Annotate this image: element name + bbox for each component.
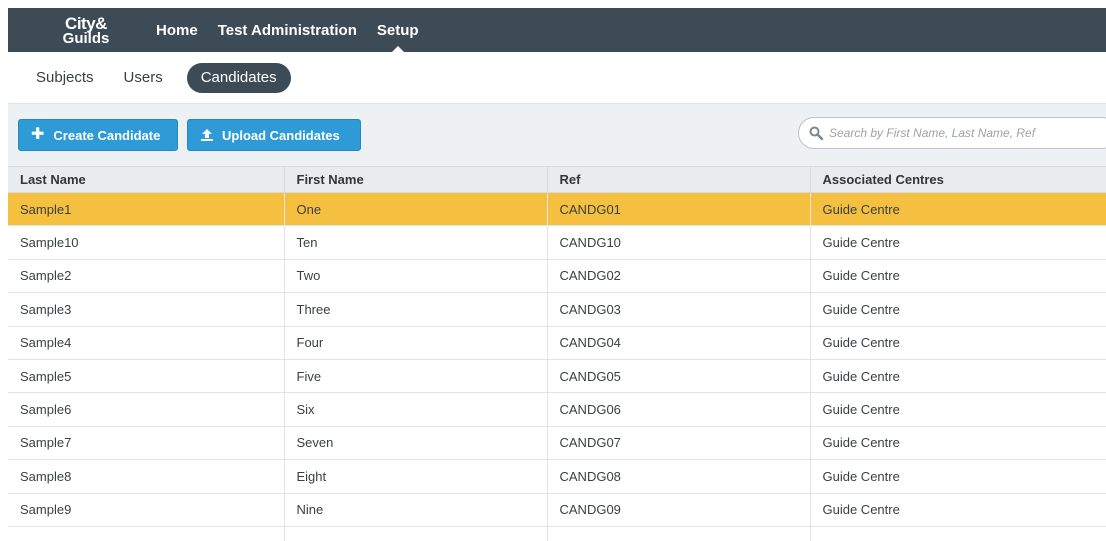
- nav-home[interactable]: Home: [156, 8, 198, 52]
- cell-last-name: Sample3: [8, 292, 285, 327]
- cell-first-name: One: [284, 192, 548, 227]
- cell-last-name: Sample1: [8, 192, 285, 227]
- cell-associated-centres: Guide Centre: [810, 326, 1106, 360]
- cell-ref: CANDG02: [547, 259, 811, 294]
- cell-associated-centres: [810, 526, 1106, 541]
- cell-last-name: Sample4: [8, 326, 285, 360]
- cell-ref: CANDG06: [547, 392, 811, 427]
- table-row[interactable]: Sample5 Five CANDG05 Guide Centre: [8, 359, 1106, 394]
- table-row[interactable]: Sample7 Seven CANDG07 Guide Centre: [8, 426, 1106, 461]
- column-header-ref[interactable]: Ref: [547, 166, 811, 193]
- table-row[interactable]: Sample4 Four CANDG04 Guide Centre: [8, 326, 1106, 360]
- create-candidate-button[interactable]: ✚ Create Candidate: [18, 119, 178, 151]
- column-header-associated-centres[interactable]: Associated Centres: [810, 166, 1106, 193]
- column-header-last-name[interactable]: Last Name: [8, 166, 285, 193]
- cell-first-name: Nine: [284, 493, 548, 527]
- table-row[interactable]: Sample6 Six CANDG06 Guide Centre: [8, 392, 1106, 427]
- cell-first-name: Seven: [284, 426, 548, 461]
- cell-associated-centres: Guide Centre: [810, 392, 1106, 427]
- app-frame: City& Guilds Home Test Administration Se…: [8, 8, 1106, 541]
- cell-ref: CANDG08: [547, 459, 811, 494]
- cell-last-name: Sample7: [8, 426, 285, 461]
- cell-first-name: Eight: [284, 459, 548, 494]
- search-icon: [809, 126, 823, 140]
- cell-associated-centres: Guide Centre: [810, 493, 1106, 527]
- cell-ref: CANDG07: [547, 426, 811, 461]
- cell-ref: CANDG01: [547, 192, 811, 227]
- logo-line-2: Guilds: [62, 29, 110, 47]
- cell-last-name: Sample9: [8, 493, 285, 527]
- cell-first-name: Five: [284, 359, 548, 394]
- cell-ref: CANDG04: [547, 326, 811, 360]
- logo-line-1: City&: [65, 13, 107, 33]
- cell-first-name: Ten: [284, 225, 548, 260]
- table-row[interactable]: Sample10 Ten CANDG10 Guide Centre: [8, 225, 1106, 260]
- top-navigation: City& Guilds Home Test Administration Se…: [8, 8, 1106, 52]
- cell-ref: [547, 526, 811, 541]
- table-body: Sample1 One CANDG01 Guide Centre Sample10 Ten…: [8, 192, 1106, 541]
- cell-associated-centres: Guide Centre: [810, 426, 1106, 461]
- create-candidate-label: Create Candidate: [53, 127, 161, 143]
- table-row[interactable]: Sample2 Two CANDG02 Guide Centre: [8, 259, 1106, 294]
- table-row[interactable]: Sample8 Eight CANDG08 Guide Centre: [8, 459, 1106, 494]
- cell-associated-centres: Guide Centre: [810, 225, 1106, 260]
- cell-last-name: [8, 526, 285, 541]
- cell-ref: CANDG09: [547, 493, 811, 527]
- upload-icon: [201, 129, 213, 141]
- column-header-first-name[interactable]: First Name: [284, 166, 548, 193]
- cell-last-name: Sample2: [8, 259, 285, 294]
- cell-associated-centres: Guide Centre: [810, 192, 1106, 227]
- table-header-row: Last Name First Name Ref Associated Cent…: [8, 166, 1106, 193]
- cell-ref: CANDG05: [547, 359, 811, 394]
- cell-first-name: Three: [284, 292, 548, 327]
- nav-test-administration[interactable]: Test Administration: [218, 8, 357, 52]
- upload-candidates-label: Upload Candidates: [222, 127, 340, 143]
- cell-associated-centres: Guide Centre: [810, 359, 1106, 394]
- cell-last-name: Sample10: [8, 225, 285, 260]
- cell-associated-centres: Guide Centre: [810, 459, 1106, 494]
- cell-first-name: [284, 526, 548, 541]
- table-row[interactable]: Sample1 One CANDG01 Guide Centre: [8, 192, 1106, 227]
- cell-last-name: Sample6: [8, 392, 285, 427]
- table-row[interactable]: Sample9 Nine CANDG09 Guide Centre: [8, 493, 1106, 527]
- search-box[interactable]: [798, 117, 1106, 149]
- cell-last-name: Sample8: [8, 459, 285, 494]
- city-and-guilds-logo[interactable]: City& Guilds: [54, 10, 118, 50]
- cell-ref: CANDG10: [547, 225, 811, 260]
- cell-associated-centres: Guide Centre: [810, 292, 1106, 327]
- nav-setup[interactable]: Setup: [377, 8, 419, 52]
- cell-first-name: Six: [284, 392, 548, 427]
- table-row[interactable]: [8, 526, 1106, 541]
- table-row[interactable]: Sample3 Three CANDG03 Guide Centre: [8, 292, 1106, 327]
- tab-subjects[interactable]: Subjects: [36, 63, 94, 93]
- tab-candidates[interactable]: Candidates: [186, 62, 291, 93]
- cell-ref: CANDG03: [547, 292, 811, 327]
- cell-associated-centres: Guide Centre: [810, 259, 1106, 294]
- sub-navigation: Subjects Users Candidates: [8, 52, 1106, 104]
- cell-last-name: Sample5: [8, 359, 285, 394]
- tab-users[interactable]: Users: [124, 63, 163, 93]
- search-input[interactable]: [829, 126, 1089, 140]
- plus-icon: ✚: [31, 126, 45, 143]
- cell-first-name: Four: [284, 326, 548, 360]
- cell-first-name: Two: [284, 259, 548, 294]
- toolbar: ✚ Create Candidate Upload Candidates: [8, 104, 1106, 166]
- upload-candidates-button[interactable]: Upload Candidates: [187, 119, 361, 151]
- candidates-table: Last Name First Name Ref Associated Cent…: [8, 166, 1106, 541]
